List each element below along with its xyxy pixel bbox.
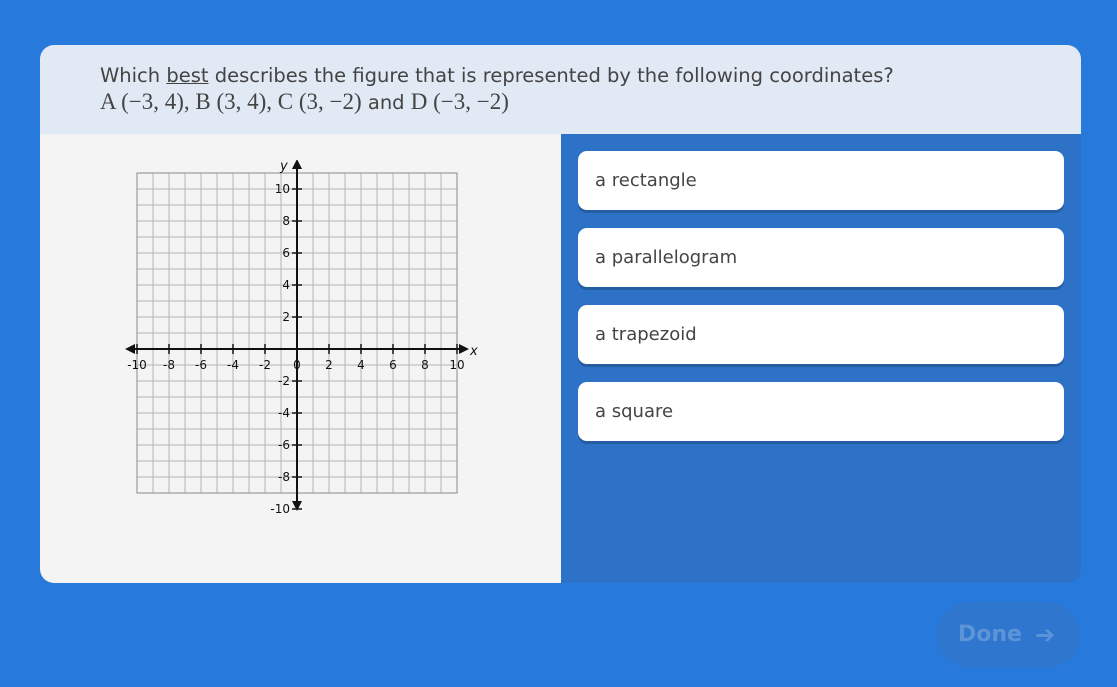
y-tick-label: 4 [282, 278, 290, 292]
y-tick-label: -4 [278, 406, 290, 420]
x-tick-label: -4 [227, 358, 239, 372]
answer-label: a parallelogram [595, 247, 738, 268]
y-tick-label: 8 [282, 214, 290, 228]
y-axis-label: y [279, 160, 288, 174]
y-tick-label: -10 [270, 502, 290, 516]
answer-option-rectangle[interactable]: a rectangle [578, 151, 1064, 210]
x-tick-label: 4 [357, 358, 365, 372]
answer-option-trapezoid[interactable]: a trapezoid [578, 305, 1064, 364]
y-tick-label: -2 [278, 374, 290, 388]
x-tick-label: 0 [293, 358, 301, 372]
y-tick-label: -8 [278, 470, 290, 484]
question-header: Which best describes the figure that is … [40, 45, 1081, 134]
x-axis-label: x [469, 344, 478, 359]
coordinates-d: D (−3, −2) [410, 89, 509, 114]
done-button[interactable]: Done ➔ [937, 602, 1080, 668]
graph-panel: x y -10 -8 -6 -4 -2 0 2 4 6 8 10 10 8 6 4 2 -2 -4 -6 -8 -10 [40, 134, 561, 583]
x-tick-label: -6 [195, 358, 207, 372]
question-emphasis: best [166, 64, 209, 87]
arrow-right-icon: ➔ [1035, 621, 1056, 649]
y-tick-label: -6 [278, 438, 290, 452]
x-tick-label: -10 [127, 358, 147, 372]
answer-label: a trapezoid [595, 324, 697, 345]
question-text: Which best describes the figure that is … [100, 64, 894, 87]
answer-list: a rectangle a parallelogram a trapezoid … [578, 151, 1064, 459]
x-axis-arrow-left [125, 344, 135, 354]
x-tick-label: -8 [163, 358, 175, 372]
answer-label: a square [595, 401, 674, 422]
question-prefix: Which [100, 64, 167, 87]
y-axis-arrow-up [292, 160, 302, 169]
y-tick-label: 6 [282, 246, 290, 260]
coordinates-connector: and [361, 91, 411, 114]
x-tick-label: 6 [389, 358, 397, 372]
answer-option-square[interactable]: a square [578, 382, 1064, 441]
question-coordinates: A (−3, 4), B (3, 4), C (3, −2) and D (−3… [100, 89, 509, 115]
done-label: Done [958, 622, 1022, 647]
question-suffix: describes the figure that is represented… [208, 64, 894, 87]
question-card: Which best describes the figure that is … [40, 45, 1081, 583]
x-tick-label: 2 [325, 358, 333, 372]
x-tick-label: 10 [449, 358, 464, 372]
y-tick-label: 2 [282, 310, 290, 324]
coordinates-abc: A (−3, 4), B (3, 4), C (3, −2) [100, 89, 362, 114]
x-tick-label: -2 [259, 358, 271, 372]
answer-option-parallelogram[interactable]: a parallelogram [578, 228, 1064, 287]
x-tick-label: 8 [421, 358, 429, 372]
answer-label: a rectangle [595, 170, 697, 191]
coordinate-plane: xy-10 -8 -6 -4 -2 0 2 4 6 8 10108642-2-4-6-8-10 [125, 160, 478, 516]
x-axis-arrow-right [459, 344, 469, 354]
y-tick-label: 10 [275, 182, 290, 196]
